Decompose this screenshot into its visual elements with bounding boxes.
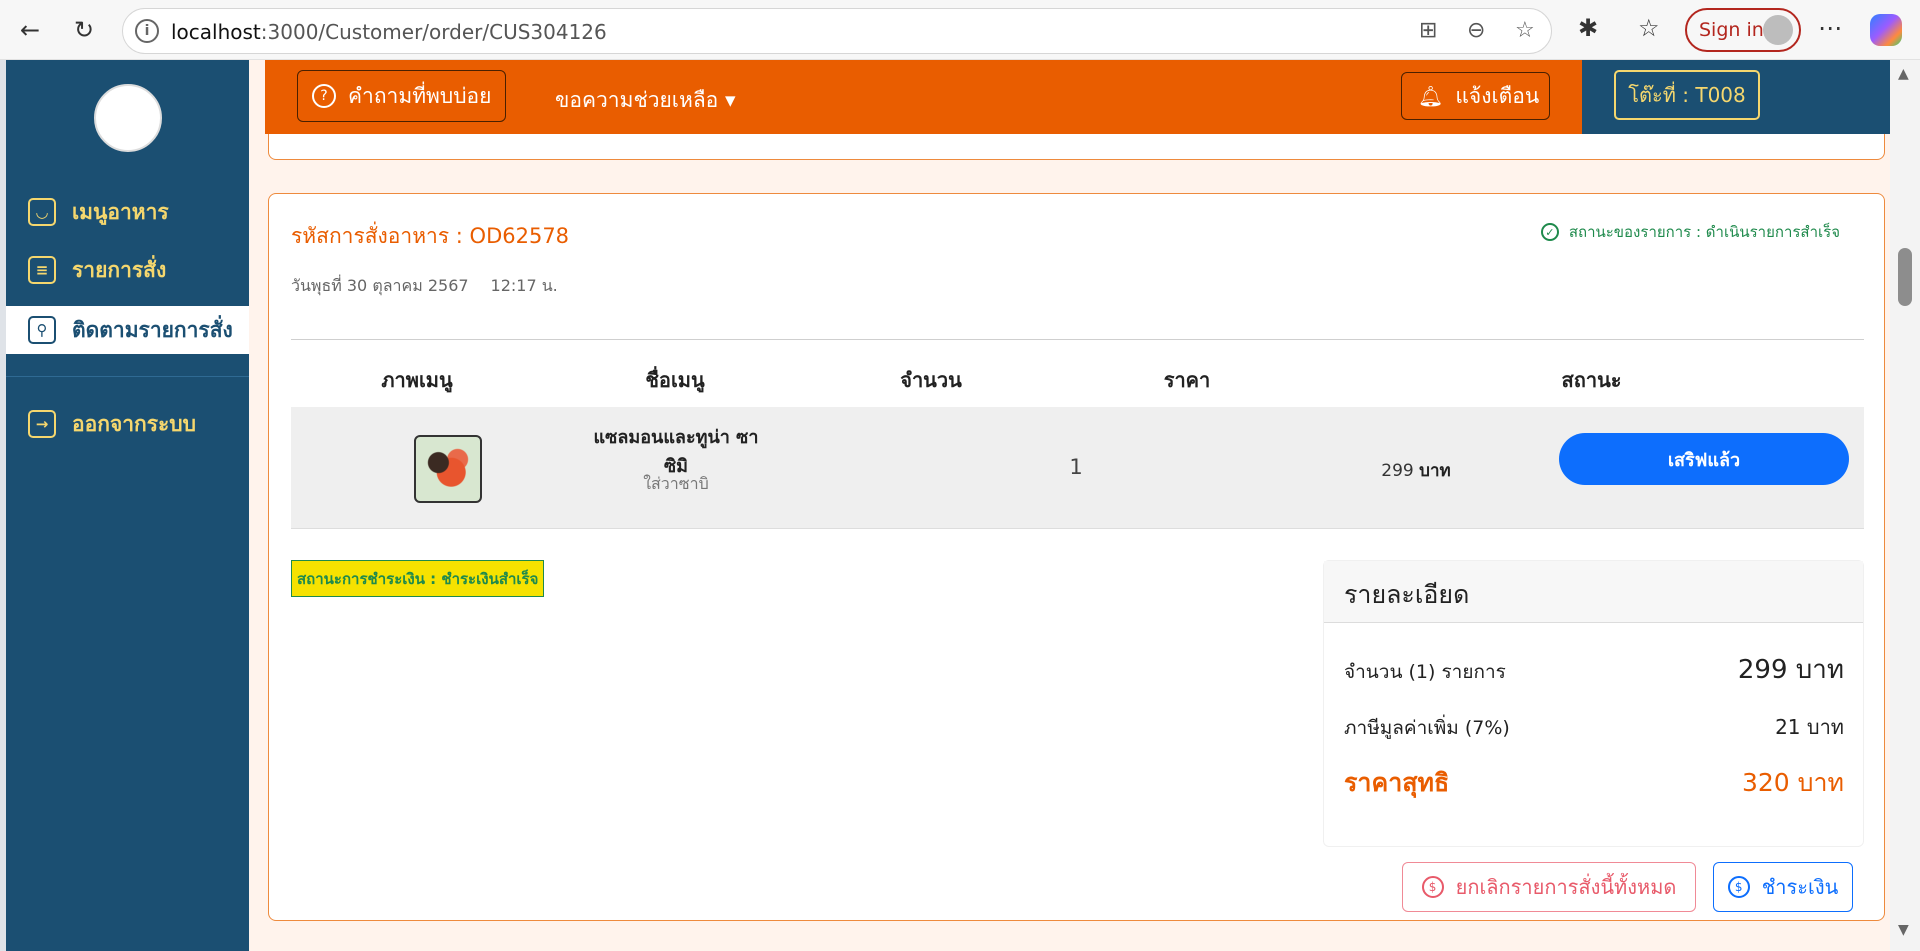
table-row: แซลมอนและทูน่า ซาซิมิ ใส่วาซาบิ 1 299 บา…	[291, 407, 1864, 529]
app-available-icon[interactable]: ⊞	[1419, 18, 1437, 43]
column-header: ชื่อเมนู	[645, 368, 705, 392]
order-card: รหัสการสั่งอาหาร : OD62578 ✓ สถานะของราย…	[268, 193, 1885, 921]
url-text: localhost:3000/Customer/order/CUS304126	[171, 20, 607, 44]
table-header: ภาพเมนู ชื่อเมนู จำนวน ราคา สถานะ	[291, 364, 1864, 404]
order-list-icon: ≡	[28, 256, 56, 284]
sidebar-item-label: รายการสั่ง	[72, 257, 167, 282]
detail-count-row: จำนวน (1) รายการ 299 บาท	[1344, 655, 1844, 685]
cancel-coin-icon: $	[1421, 876, 1444, 898]
favorites-icon[interactable]: ☆	[1638, 14, 1660, 42]
food-bowl-icon: ◡	[28, 198, 56, 226]
favorite-star-icon[interactable]: ☆	[1515, 18, 1535, 43]
food-image	[414, 435, 482, 503]
sidebar-item-logout[interactable]: → ออกจากระบบ	[6, 400, 249, 448]
question-icon: ?	[312, 84, 336, 108]
help-dropdown[interactable]: ขอความช่วยเหลือ ▾	[555, 84, 736, 117]
sidebar-divider	[6, 376, 249, 377]
detail-title: รายละเอียด	[1324, 561, 1863, 623]
zoom-icon[interactable]: ⊖	[1467, 18, 1485, 43]
food-note: ใส่วาซาบิ	[643, 474, 709, 493]
back-icon[interactable]: ←	[12, 12, 48, 48]
detail-total-row: ราคาสุทธิ 320 บาท	[1344, 768, 1844, 797]
column-header: จำนวน	[900, 368, 962, 392]
scroll-down-icon[interactable]: ▼	[1898, 922, 1909, 938]
sidebar-item-tracking[interactable]: ⚲ ติดตามรายการสั่ง	[6, 306, 249, 354]
served-status-button[interactable]: เสริฟแล้ว	[1559, 433, 1849, 485]
order-detail-panel: รายละเอียด จำนวน (1) รายการ 299 บาท ภาษี…	[1323, 560, 1864, 847]
address-bar[interactable]: i localhost:3000/Customer/order/CUS30412…	[122, 8, 1552, 54]
order-datetime: วันพุธที่ 30 ตุลาคม 2567 12:17 น.	[291, 276, 558, 295]
sidebar: ◡ เมนูอาหาร ≡ รายการสั่ง ⚲ ติดตามรายการส…	[6, 60, 249, 951]
bell-icon: 🔔︎	[1418, 84, 1444, 108]
food-quantity: 1	[1069, 455, 1083, 479]
extensions-icon[interactable]: ✱	[1578, 14, 1598, 42]
site-info-icon[interactable]: i	[135, 19, 159, 43]
restaurant-logo	[94, 84, 162, 152]
copilot-icon[interactable]	[1870, 14, 1902, 46]
divider	[291, 339, 1864, 340]
column-header: ราคา	[1163, 368, 1211, 392]
sidebar-item-menu[interactable]: ◡ เมนูอาหาร	[6, 188, 249, 236]
tracking-icon: ⚲	[28, 316, 56, 344]
table-info-box: โต๊ะที่ : T008	[1582, 60, 1890, 134]
order-status: ✓ สถานะของรายการ : ดำเนินรายการสำเร็จ	[1540, 220, 1840, 244]
check-circle-icon: ✓	[1540, 223, 1559, 241]
page-scrollbar[interactable]: ▲ ▼	[1890, 60, 1920, 951]
scroll-thumb[interactable]	[1898, 248, 1912, 306]
scroll-up-icon[interactable]: ▲	[1898, 66, 1909, 82]
coin-icon: $	[1727, 876, 1750, 898]
browser-toolbar: ← ↻ i localhost:3000/Customer/order/CUS3…	[0, 0, 1920, 60]
faq-button[interactable]: ? คำถามที่พบบ่อย	[297, 70, 506, 122]
logout-icon: →	[28, 410, 56, 438]
payment-status-badge: สถานะการชำระเงิน : ชำระเงินสำเร็จ	[291, 560, 545, 597]
sidebar-item-orders[interactable]: ≡ รายการสั่ง	[6, 246, 249, 294]
avatar	[1763, 15, 1793, 45]
top-navbar: ? คำถามที่พบบ่อย ขอความช่วยเหลือ ▾ 🔔︎ แจ…	[265, 60, 1582, 134]
sidebar-item-label: ติดตามรายการสั่ง	[72, 317, 233, 342]
column-header: ภาพเมนู	[381, 368, 453, 392]
column-header: สถานะ	[1561, 368, 1622, 392]
order-code: รหัสการสั่งอาหาร : OD62578	[291, 224, 570, 248]
sidebar-item-label: เมนูอาหาร	[72, 199, 169, 224]
detail-vat-row: ภาษีมูลค่าเพิ่ม (7%) 21 บาท	[1344, 715, 1844, 739]
cancel-all-button[interactable]: $ ยกเลิกรายการสั่งนี้ทั้งหมด	[1402, 862, 1696, 912]
notification-button[interactable]: 🔔︎ แจ้งเตือน	[1401, 72, 1550, 120]
food-price: 299 บาท	[1381, 461, 1451, 481]
page: ◡ เมนูอาหาร ≡ รายการสั่ง ⚲ ติดตามรายการส…	[6, 60, 1890, 951]
refresh-icon[interactable]: ↻	[66, 12, 102, 48]
pay-button[interactable]: $ ชำระเงิน	[1713, 862, 1853, 912]
sign-in-button[interactable]: Sign in	[1685, 8, 1801, 52]
main-content: ? คำถามที่พบบ่อย ขอความช่วยเหลือ ▾ 🔔︎ แจ…	[249, 60, 1890, 951]
table-number-badge: โต๊ะที่ : T008	[1614, 70, 1760, 120]
sidebar-item-label: ออกจากระบบ	[72, 411, 196, 436]
more-options-icon[interactable]: ⋯	[1818, 14, 1842, 42]
